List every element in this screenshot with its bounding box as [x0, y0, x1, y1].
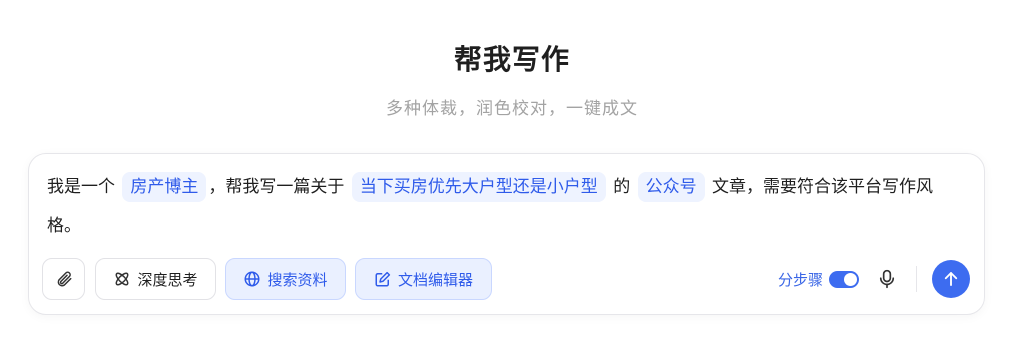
arrow-up-icon: [944, 272, 958, 286]
doc-editor-label: 文档编辑器: [397, 270, 473, 289]
microphone-icon: [879, 269, 895, 289]
send-button[interactable]: [932, 260, 970, 298]
prompt-text: ，帮我写一篇关于: [208, 177, 350, 197]
steps-toggle[interactable]: [829, 270, 860, 288]
globe-icon: [244, 271, 260, 287]
prompt-slot-topic[interactable]: 当下买房优先大户型还是小户型: [351, 172, 606, 202]
search-sources-button[interactable]: 搜索资料: [225, 258, 346, 300]
toggle-knob: [844, 272, 858, 286]
edit-doc-icon: [375, 271, 391, 287]
steps-label: 分步骤: [778, 270, 824, 289]
atom-icon: [116, 272, 129, 286]
prompt-slot-platform[interactable]: 公众号: [637, 172, 705, 202]
toolbar-divider: [916, 266, 917, 292]
microphone-button[interactable]: [874, 266, 900, 292]
prompt-text: 的: [607, 177, 636, 197]
prompt-input[interactable]: 我是一个 房产博主 ，帮我写一篇关于 当下买房优先大户型还是小户型 的 公众号 文…: [47, 168, 967, 246]
attach-button[interactable]: [42, 258, 85, 300]
deep-think-label: 深度思考: [137, 270, 198, 289]
prompt-slot-identity[interactable]: 房产博主: [122, 172, 207, 202]
doc-editor-button[interactable]: 文档编辑器: [355, 258, 492, 300]
prompt-text: 我是一个: [47, 177, 121, 197]
paperclip-icon: [57, 271, 71, 287]
page-subtitle: 多种体裁，润色校对，一键成文: [386, 99, 638, 119]
search-sources-label: 搜索资料: [267, 270, 328, 289]
input-toolbar: 深度思考 搜索资料 文档编辑器 分步骤: [42, 258, 972, 300]
page-title: 帮我写作: [453, 43, 570, 76]
deep-think-button[interactable]: 深度思考: [95, 258, 216, 300]
steps-toggle-group: 分步骤: [778, 258, 860, 300]
prompt-card: 我是一个 房产博主 ，帮我写一篇关于 当下买房优先大户型还是小户型 的 公众号 文…: [28, 153, 985, 315]
